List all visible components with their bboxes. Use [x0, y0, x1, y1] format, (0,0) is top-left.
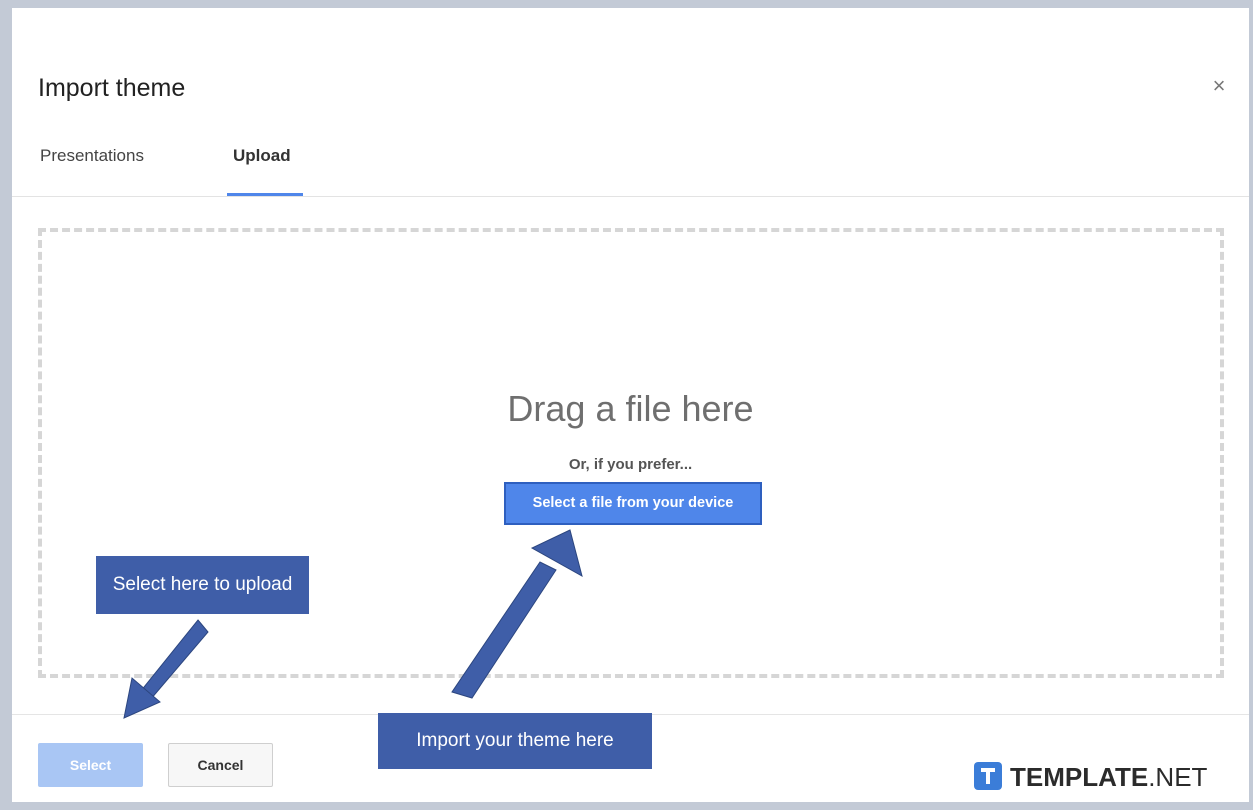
tab-presentations[interactable]: Presentations	[40, 146, 144, 166]
select-button[interactable]: Select	[38, 743, 143, 787]
tab-bar: Presentations Upload	[12, 138, 1249, 196]
tab-divider	[12, 196, 1249, 197]
cancel-button[interactable]: Cancel	[168, 743, 273, 787]
dialog-title: Import theme	[38, 74, 186, 102]
logo-suffix: .NET	[1148, 762, 1208, 792]
logo-name: TEMPLATE	[1010, 762, 1149, 792]
import-theme-callout: Import your theme here	[378, 713, 652, 769]
tab-upload[interactable]: Upload	[233, 146, 291, 166]
close-icon[interactable]: ×	[1207, 74, 1231, 98]
select-here-to-upload-callout: Select here to upload	[96, 556, 309, 614]
select-file-from-device-button[interactable]: Select a file from your device	[504, 482, 762, 525]
drag-file-headline: Drag a file here	[507, 388, 754, 429]
or-prefer-text: Or, if you prefer...	[568, 456, 693, 473]
import-theme-dialog: Import theme × Presentations Upload Drag…	[12, 8, 1249, 802]
logo-wordmark: TEMPLATE.NET	[1010, 762, 1207, 792]
logo-icon	[974, 762, 1002, 790]
